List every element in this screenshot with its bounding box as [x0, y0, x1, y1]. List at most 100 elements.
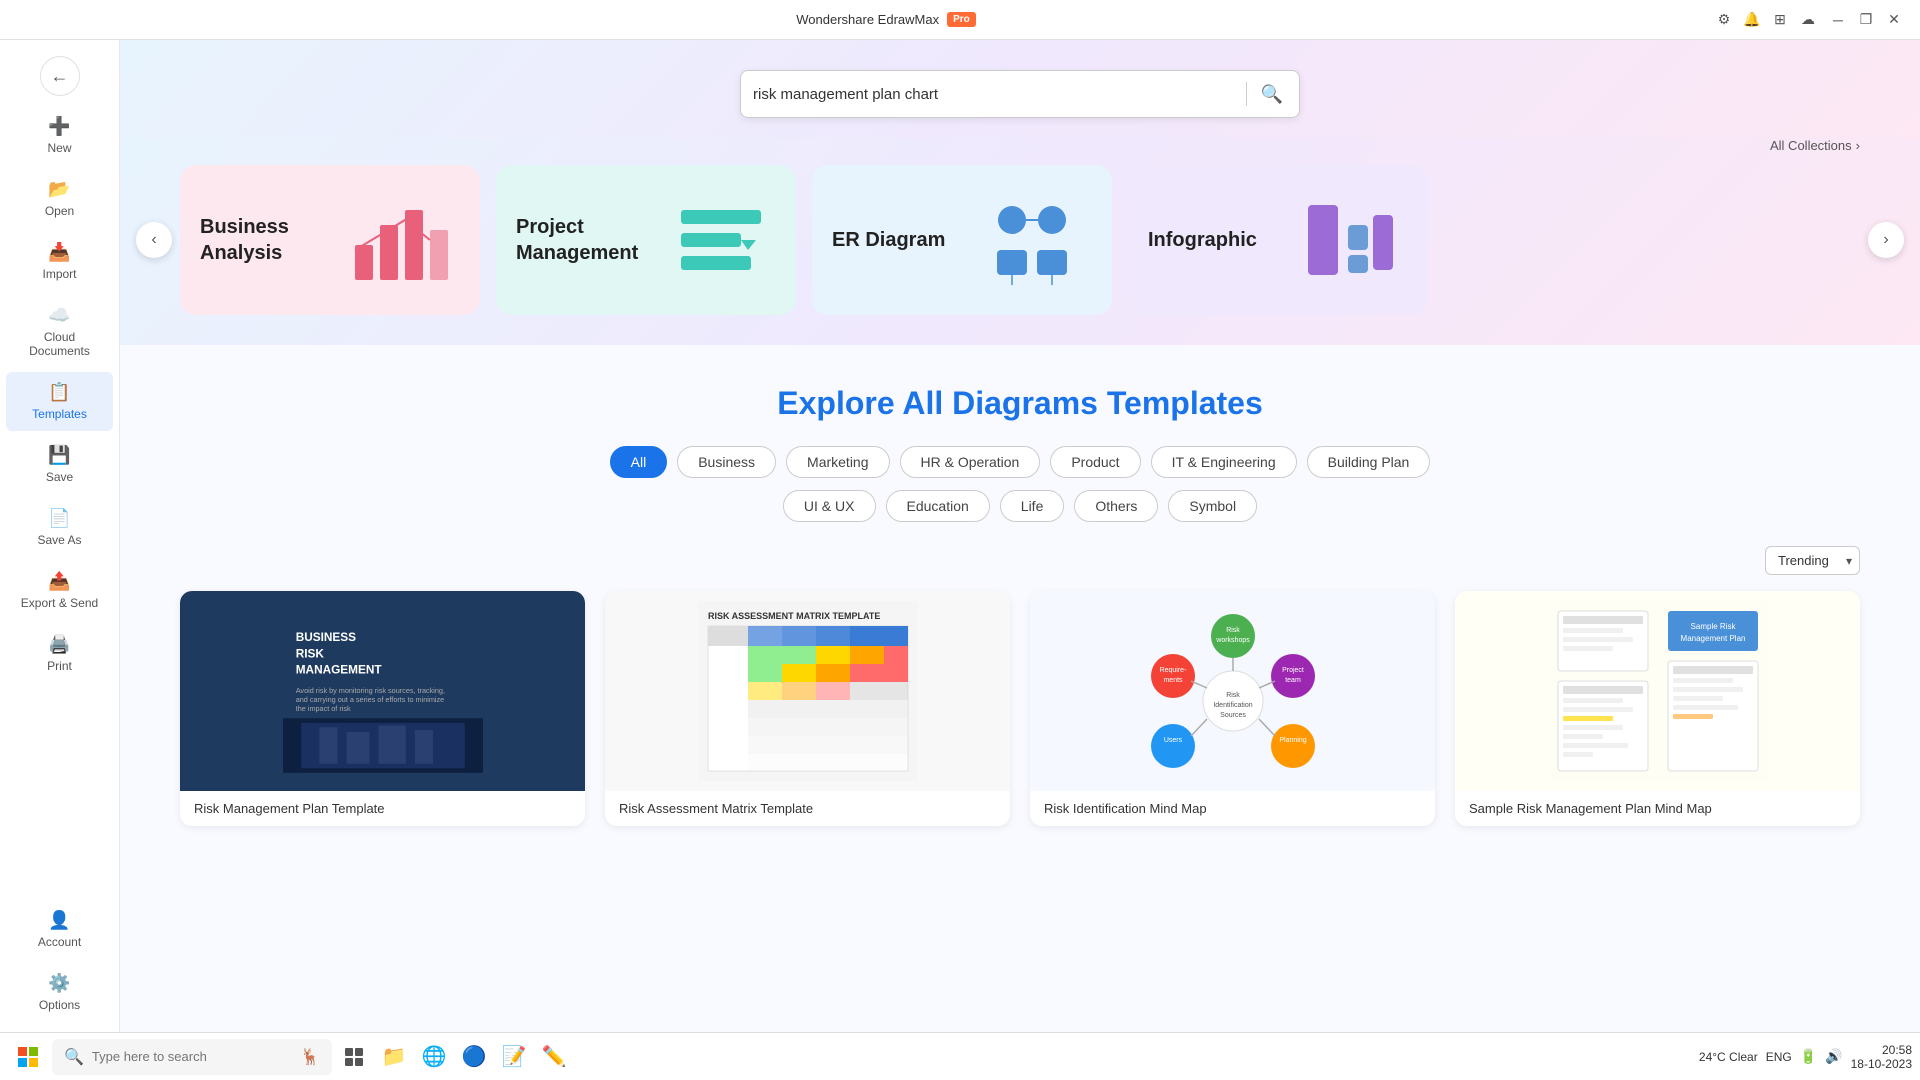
taskbar-search-bar[interactable]: 🔍 🦌	[52, 1039, 332, 1075]
app-name: Wondershare EdrawMax	[796, 12, 939, 27]
filter-symbol[interactable]: Symbol	[1168, 490, 1257, 522]
filter-building[interactable]: Building Plan	[1307, 446, 1431, 478]
sidebar-label-account: Account	[38, 935, 81, 949]
svg-text:RISK: RISK	[295, 646, 324, 660]
open-icon: 📂	[48, 179, 70, 200]
back-button[interactable]: ←	[40, 56, 80, 96]
grid-icon[interactable]: ⊞	[1772, 12, 1788, 28]
restore-button[interactable]: ❐	[1856, 10, 1876, 30]
template-img-3: Risk Identification Sources Risk worksho…	[1030, 591, 1435, 791]
svg-text:Planning: Planning	[1279, 737, 1306, 744]
explore-title-highlight: All Diagrams Templates	[902, 385, 1262, 421]
chevron-right-icon: ›	[1856, 138, 1860, 153]
sidebar-item-options[interactable]: ⚙️ Options	[6, 963, 113, 1022]
carousel-items: Business Analysis	[120, 165, 1920, 315]
taskbar-apps: 📁 🌐 🔵 📝 ✏️	[336, 1039, 1695, 1075]
filter-ui-ux[interactable]: UI & UX	[783, 490, 876, 522]
import-icon: 📥	[48, 242, 70, 263]
search-button[interactable]: 🔍	[1257, 80, 1287, 109]
sort-select[interactable]: Trending Newest Popular	[1765, 546, 1860, 575]
sidebar-item-print[interactable]: 🖨️ Print	[6, 624, 113, 683]
template-card-4[interactable]: Sample Risk Management Plan	[1455, 591, 1860, 826]
svg-text:Avoid risk by monitoring risk: Avoid risk by monitoring risk sources, t…	[295, 686, 444, 695]
cloud-icon[interactable]: ☁	[1800, 12, 1816, 28]
close-button[interactable]: ✕	[1884, 10, 1904, 30]
carousel-card-infographic[interactable]: Infographic	[1128, 165, 1428, 315]
search-input[interactable]	[753, 86, 1236, 103]
app-title: Wondershare EdrawMax Pro	[796, 12, 976, 27]
svg-text:workshops: workshops	[1215, 637, 1250, 644]
card-img-business-analysis	[340, 190, 460, 290]
taskbar-app-edge[interactable]: 🌐	[416, 1039, 452, 1075]
filter-education[interactable]: Education	[886, 490, 990, 522]
sidebar-item-saveas[interactable]: 📄 Save As	[6, 498, 113, 557]
sidebar-item-export[interactable]: 📤 Export & Send	[6, 561, 113, 620]
taskbar-app-word[interactable]: 📝	[496, 1039, 532, 1075]
filter-it[interactable]: IT & Engineering	[1151, 446, 1297, 478]
carousel-card-er-diagram[interactable]: ER Diagram	[812, 165, 1112, 315]
sidebar-item-templates[interactable]: 📋 Templates	[6, 372, 113, 431]
filter-business[interactable]: Business	[677, 446, 776, 478]
export-icon: 📤	[48, 571, 70, 592]
carousel-card-project-management[interactable]: Project Management	[496, 165, 796, 315]
sidebar-label-export: Export & Send	[21, 596, 98, 610]
taskbar: 🔍 🦌 📁 🌐 🔵 📝 ✏️ 24°C Clear ENG 🔋 🔊 20:58 …	[0, 1032, 1920, 1080]
search-glass-icon: 🔍	[64, 1047, 84, 1067]
all-collections-link[interactable]: All Collections ›	[1770, 138, 1860, 153]
filter-marketing[interactable]: Marketing	[786, 446, 889, 478]
battery-icon[interactable]: 🔋	[1800, 1048, 1817, 1065]
sidebar-label-options: Options	[39, 998, 80, 1012]
svg-text:the impact of risk: the impact of risk	[295, 704, 350, 713]
save-icon: 💾	[48, 445, 70, 466]
filter-row-1: All Business Marketing HR & Operation Pr…	[180, 446, 1860, 478]
sidebar-item-open[interactable]: 📂 Open	[6, 169, 113, 228]
carousel-card-business-analysis[interactable]: Business Analysis	[180, 165, 480, 315]
main-layout: ← ➕ New 📂 Open 📥 Import ☁️ Cloud Documen…	[0, 40, 1920, 1032]
sidebar-item-account[interactable]: 👤 Account	[6, 900, 113, 959]
filter-life[interactable]: Life	[1000, 490, 1065, 522]
carousel-next-button[interactable]: ›	[1868, 222, 1904, 258]
filter-product[interactable]: Product	[1050, 446, 1140, 478]
settings-icon[interactable]: ⚙	[1716, 12, 1732, 28]
template-card-3[interactable]: Risk Identification Sources Risk worksho…	[1030, 591, 1435, 826]
svg-text:MANAGEMENT: MANAGEMENT	[295, 663, 382, 677]
start-button[interactable]	[8, 1037, 48, 1077]
content-area: 🔍 All Collections › ‹ Business Analysis	[120, 40, 1920, 1032]
filter-all[interactable]: All	[610, 446, 668, 478]
taskbar-app-chrome[interactable]: 🔵	[456, 1039, 492, 1075]
search-section: 🔍	[120, 40, 1920, 138]
template-card-2[interactable]: RISK ASSESSMENT MATRIX TEMPLATE	[605, 591, 1010, 826]
svg-text:Users: Users	[1163, 737, 1182, 744]
clock: 20:58 18-10-2023	[1851, 1043, 1912, 1071]
template-img-4: Sample Risk Management Plan	[1455, 591, 1860, 791]
cloud-docs-icon: ☁️	[48, 305, 70, 326]
volume-icon[interactable]: 🔊	[1825, 1048, 1842, 1065]
sidebar-item-new[interactable]: ➕ New	[6, 106, 113, 165]
minimize-button[interactable]: ─	[1828, 10, 1848, 30]
dog-icon: 🦌	[300, 1047, 320, 1067]
explore-title: Explore All Diagrams Templates	[180, 385, 1860, 422]
carousel-prev-button[interactable]: ‹	[136, 222, 172, 258]
sidebar-item-import[interactable]: 📥 Import	[6, 232, 113, 291]
filter-hr[interactable]: HR & Operation	[900, 446, 1041, 478]
taskbar-app-taskview[interactable]	[336, 1039, 372, 1075]
carousel-section: All Collections › ‹ Business Analysis	[120, 138, 1920, 345]
sidebar-item-save[interactable]: 💾 Save	[6, 435, 113, 494]
template-label-1: Risk Management Plan Template	[180, 791, 585, 826]
taskbar-search-input[interactable]	[92, 1049, 292, 1064]
time-display: 20:58	[1851, 1043, 1912, 1057]
svg-text:Sources: Sources	[1220, 712, 1246, 719]
sidebar-label-open: Open	[45, 204, 74, 218]
template-card-1[interactable]: BUSINESS RISK MANAGEMENT Avoid risk by m…	[180, 591, 585, 826]
svg-text:Project: Project	[1282, 667, 1304, 674]
taskbar-app-explorer[interactable]: 📁	[376, 1039, 412, 1075]
taskbar-tray: 24°C Clear ENG 🔋 🔊 20:58 18-10-2023	[1699, 1043, 1912, 1071]
pro-badge: Pro	[947, 12, 976, 27]
search-divider	[1246, 82, 1247, 106]
filter-others[interactable]: Others	[1074, 490, 1158, 522]
bell-icon[interactable]: 🔔	[1744, 12, 1760, 28]
sidebar-item-cloud[interactable]: ☁️ Cloud Documents	[6, 295, 113, 368]
explore-title-prefix: Explore	[777, 385, 902, 421]
taskbar-app-edrawmax[interactable]: ✏️	[536, 1039, 572, 1075]
card-title-project-management: Project Management	[516, 214, 646, 266]
